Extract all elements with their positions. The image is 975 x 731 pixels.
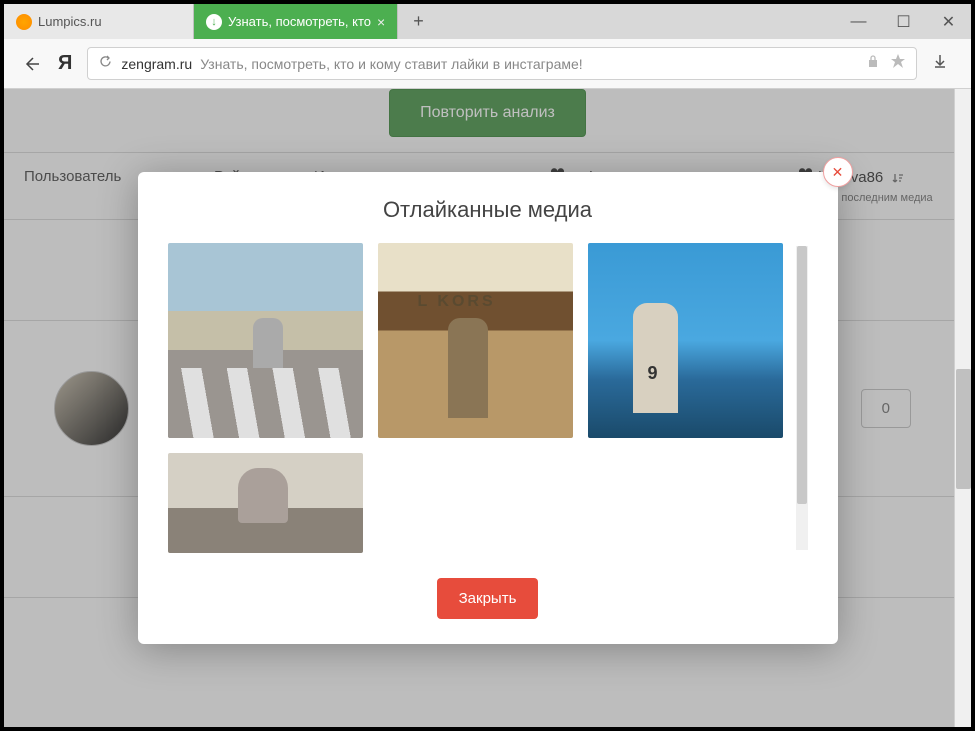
media-item[interactable] — [588, 243, 783, 438]
yandex-logo[interactable]: Я — [58, 52, 72, 75]
scrollbar-thumb[interactable] — [797, 246, 807, 504]
media-item[interactable] — [378, 243, 573, 438]
tab-favicon-icon: ↓ — [206, 14, 222, 30]
media-grid-wrap — [168, 243, 808, 553]
close-icon: ✕ — [832, 164, 844, 181]
minimize-button[interactable]: — — [836, 4, 881, 39]
lock-icon[interactable] — [866, 54, 880, 73]
media-item[interactable] — [168, 243, 363, 438]
window-controls: — ☐ ✕ — [836, 4, 971, 39]
back-button[interactable] — [19, 52, 43, 76]
maximize-button[interactable]: ☐ — [881, 4, 926, 39]
new-tab-button[interactable]: + — [398, 11, 439, 32]
address-title: Узнать, посмотреть, кто и кому ставит ла… — [200, 56, 582, 72]
modal-overlay: ✕ Отлайканные медиа Закрыть — [4, 89, 971, 727]
modal-scrollbar[interactable] — [796, 246, 808, 550]
address-domain: zengram.ru — [121, 56, 192, 72]
close-button[interactable]: Закрыть — [437, 578, 539, 619]
tab-title: Lumpics.ru — [38, 14, 181, 29]
bookmark-star-icon[interactable] — [890, 53, 906, 74]
modal-close-button[interactable]: ✕ — [823, 157, 853, 187]
address-bar-row: Я zengram.ru Узнать, посмотреть, кто и к… — [4, 39, 971, 89]
reload-icon[interactable] — [98, 54, 113, 74]
tab-favicon-icon — [16, 14, 32, 30]
media-item[interactable] — [168, 453, 363, 553]
liked-media-modal: ✕ Отлайканные медиа Закрыть — [138, 172, 838, 644]
window-close-button[interactable]: ✕ — [926, 4, 971, 39]
address-bar[interactable]: zengram.ru Узнать, посмотреть, кто и ком… — [87, 47, 917, 80]
tabs-bar: Lumpics.ru ↓ Узнать, посмотреть, кто × +… — [4, 4, 971, 39]
tab-zengram[interactable]: ↓ Узнать, посмотреть, кто × — [194, 4, 398, 39]
downloads-button[interactable] — [932, 53, 956, 74]
tab-lumpics[interactable]: Lumpics.ru — [4, 4, 194, 39]
media-grid — [168, 243, 786, 553]
modal-footer: Закрыть — [168, 578, 808, 619]
browser-window: Lumpics.ru ↓ Узнать, посмотреть, кто × +… — [4, 4, 971, 727]
tab-title: Узнать, посмотреть, кто — [228, 14, 371, 29]
back-arrow-icon — [21, 54, 41, 74]
modal-title: Отлайканные медиа — [168, 197, 808, 223]
tab-close-icon[interactable]: × — [377, 14, 385, 30]
page-content: Повторить анализ Пользователь Рейтинг Им… — [4, 89, 971, 727]
